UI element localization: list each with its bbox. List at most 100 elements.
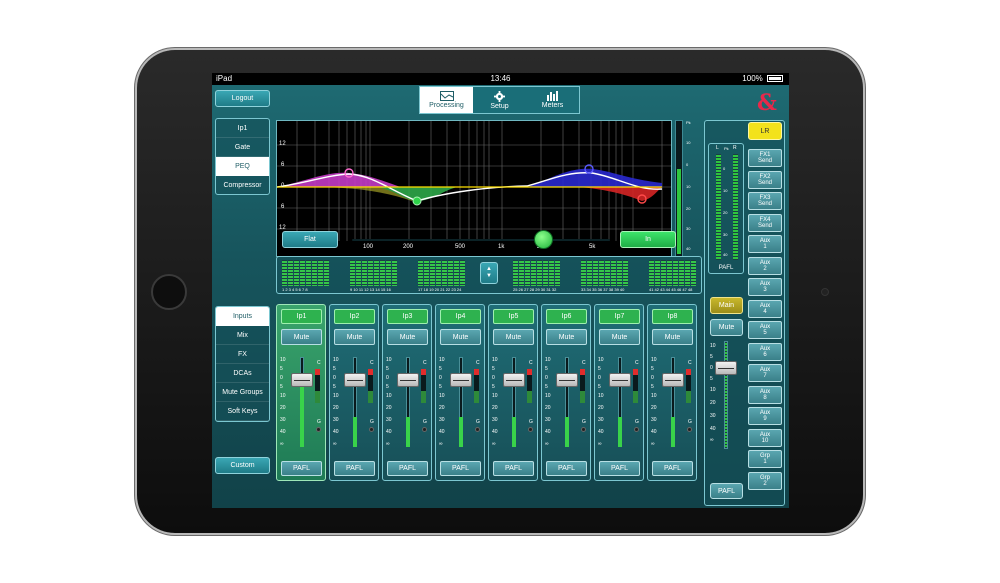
tab-label: Processing (429, 102, 464, 109)
channel-name-button[interactable]: Ip4 (440, 309, 481, 324)
channel-mute-button[interactable]: Mute (652, 329, 693, 345)
lr-button[interactable]: LR (748, 122, 782, 140)
eq-gain-slider-track[interactable] (352, 239, 610, 241)
eq-gain-slider-handle[interactable] (534, 230, 553, 249)
channel-pafl-button[interactable]: PAFL (493, 461, 534, 476)
channel-name-button[interactable]: Ip5 (493, 309, 534, 324)
send-button-6[interactable]: Aux 2 (748, 256, 782, 275)
send-button-8[interactable]: Aux 4 (748, 299, 782, 318)
send-button-10[interactable]: Aux 6 (748, 342, 782, 361)
bank-17-24[interactable]: 17 18 19 20 21 22 23 24 (418, 260, 465, 296)
channel-mute-button[interactable]: Mute (281, 329, 322, 345)
processing-item-gate[interactable]: Gate (216, 138, 269, 157)
fader-scale: 10 5 0 5 10 20 30 40 ∞ (333, 357, 339, 447)
channel-fader-handle[interactable] (344, 373, 366, 387)
channel-pafl-button[interactable]: PAFL (334, 461, 375, 476)
layer-item-dcas[interactable]: DCAs (216, 364, 269, 383)
bank-25-32[interactable]: 25 26 27 28 29 30 31 32 (513, 260, 560, 296)
send-button-14[interactable]: Aux 10 (748, 428, 782, 447)
channel-strip-4: Ip4 Mute 10 5 0 5 10 20 30 40 ∞ C G PAFL (435, 304, 485, 481)
send-button-16[interactable]: Grp 2 (748, 471, 782, 490)
channel-name-button[interactable]: Ip1 (281, 309, 322, 324)
gate-label: G (635, 419, 639, 425)
send-button-3[interactable]: FX3 Send (748, 192, 782, 210)
eq-band-node (412, 196, 422, 206)
home-button[interactable] (151, 274, 187, 310)
bank-33-40[interactable]: 33 34 35 36 37 38 39 40 (581, 260, 628, 296)
master-pafl-button[interactable]: PAFL (710, 483, 743, 499)
bank-scroll-button[interactable]: ▲ ▼ (480, 262, 498, 284)
bank-41-48[interactable]: 41 42 43 44 45 46 47 48 (649, 260, 696, 296)
layer-item-soft-keys[interactable]: Soft Keys (216, 402, 269, 421)
send-button-12[interactable]: Aux 8 (748, 385, 782, 404)
channel-mute-button[interactable]: Mute (440, 329, 481, 345)
channel-name-button[interactable]: Ip2 (334, 309, 375, 324)
channel-name-button[interactable]: Ip6 (546, 309, 587, 324)
channel-strip-6: Ip6 Mute 10 5 0 5 10 20 30 40 ∞ C G PAFL (541, 304, 591, 481)
channel-level-meter (512, 417, 516, 447)
master-mute-button[interactable]: Mute (710, 319, 743, 336)
channel-fader-handle[interactable] (291, 373, 313, 387)
processing-icon (439, 91, 454, 101)
channel-strip-5: Ip5 Mute 10 5 0 5 10 20 30 40 ∞ C G PAFL (488, 304, 538, 481)
main-button[interactable]: Main (710, 297, 743, 314)
logout-button[interactable]: Logout (215, 90, 270, 107)
channel-fader-handle[interactable] (609, 373, 631, 387)
flat-button[interactable]: Flat (282, 231, 338, 248)
fader-scale: 10 5 0 5 10 20 30 40 ∞ (386, 357, 392, 447)
send-button-2[interactable]: FX2 Send (748, 170, 782, 189)
gate-indicator-icon (687, 427, 692, 432)
send-button-4[interactable]: FX4 Send (748, 213, 782, 232)
clip-label: C (529, 360, 533, 366)
send-button-7[interactable]: Aux 3 (748, 278, 782, 296)
channel-mute-button[interactable]: Mute (387, 329, 428, 345)
send-button-1[interactable]: FX1 Send (748, 149, 782, 167)
eq-in-button[interactable]: In (620, 231, 676, 248)
processing-menu: Ip1 Gate PEQ Compressor (215, 118, 270, 195)
channel-pafl-button[interactable]: PAFL (652, 461, 693, 476)
fader-scale: 10 5 0 5 10 20 30 40 ∞ (598, 357, 604, 447)
tab-processing[interactable]: Processing (420, 87, 473, 113)
channel-pafl-button[interactable]: PAFL (387, 461, 428, 476)
channel-fader-handle[interactable] (556, 373, 578, 387)
eq-x-label: 100 (363, 244, 374, 250)
channel-strip-8: Ip8 Mute 10 5 0 5 10 20 30 40 ∞ C G PAFL (647, 304, 697, 481)
channel-mute-button[interactable]: Mute (334, 329, 375, 345)
channel-pafl-button[interactable]: PAFL (440, 461, 481, 476)
bank-1-8[interactable]: 1 2 3 4 5 6 7 8 (282, 260, 329, 296)
custom-button[interactable]: Custom (215, 457, 270, 474)
channel-pafl-button[interactable]: PAFL (546, 461, 587, 476)
send-button-9[interactable]: Aux 5 (748, 321, 782, 339)
channel-mute-button[interactable]: Mute (546, 329, 587, 345)
channel-fader-handle[interactable] (503, 373, 525, 387)
meters-icon (546, 91, 558, 101)
channel-mute-button[interactable]: Mute (493, 329, 534, 345)
send-button-5[interactable]: Aux 1 (748, 235, 782, 253)
app-screen: iPad 13:46 100% Logout Processing Setup (212, 73, 789, 508)
channel-name-button[interactable]: Ip7 (599, 309, 640, 324)
send-button-15[interactable]: Grp 1 (748, 450, 782, 468)
tab-setup[interactable]: Setup (473, 87, 526, 113)
channel-name-button[interactable]: Ip3 (387, 309, 428, 324)
send-button-11[interactable]: Aux 7 (748, 364, 782, 382)
channel-level-meter (565, 417, 569, 447)
processing-item-peq[interactable]: PEQ (216, 157, 269, 176)
channel-fader-handle[interactable] (450, 373, 472, 387)
channel-pafl-button[interactable]: PAFL (599, 461, 640, 476)
send-button-13[interactable]: Aux 9 (748, 407, 782, 425)
channel-fader-handle[interactable] (397, 373, 419, 387)
tab-meters[interactable]: Meters (526, 87, 579, 113)
master-fader-handle[interactable] (715, 361, 737, 375)
processing-item-ip1[interactable]: Ip1 (216, 119, 269, 138)
layer-item-inputs[interactable]: Inputs (216, 307, 269, 326)
layer-item-fx[interactable]: FX (216, 345, 269, 364)
channel-pafl-button[interactable]: PAFL (281, 461, 322, 476)
clip-label: C (688, 360, 692, 366)
channel-name-button[interactable]: Ip8 (652, 309, 693, 324)
bank-9-16[interactable]: 9 10 11 12 13 14 15 16 (350, 260, 397, 296)
processing-item-compressor[interactable]: Compressor (216, 176, 269, 194)
layer-item-mix[interactable]: Mix (216, 326, 269, 345)
channel-fader-handle[interactable] (662, 373, 684, 387)
layer-item-mute-groups[interactable]: Mute Groups (216, 383, 269, 402)
channel-mute-button[interactable]: Mute (599, 329, 640, 345)
